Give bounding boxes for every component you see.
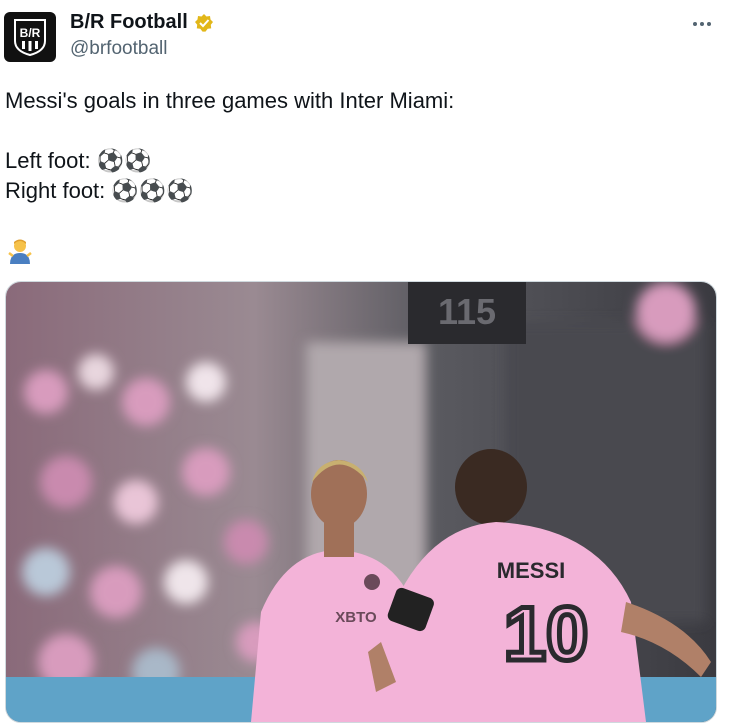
- tweet-media-photo[interactable]: 115 XBTO MESSI 10: [5, 281, 717, 723]
- more-options-icon[interactable]: [690, 14, 714, 34]
- author-avatar[interactable]: B/R: [4, 12, 56, 62]
- match-photo: 115 XBTO MESSI 10: [6, 282, 716, 722]
- svg-text:B/R: B/R: [20, 26, 41, 40]
- sponsor-text: XBTO: [335, 609, 377, 626]
- author-handle[interactable]: @brfootball: [70, 38, 167, 60]
- author-display-name[interactable]: B/R Football: [70, 11, 188, 34]
- verified-badge-icon: [194, 13, 213, 32]
- tweet-header: B/R B/R Football @brfootball: [0, 0, 750, 80]
- person-shrugging-emoji: [8, 238, 32, 264]
- tweet-text: Messi's goals in three games with Inter …: [5, 88, 455, 203]
- scoreboard-text: 115: [438, 291, 496, 332]
- br-logo-icon: B/R: [14, 19, 46, 57]
- jersey-number: 10: [504, 592, 589, 677]
- jersey-name: MESSI: [497, 558, 565, 583]
